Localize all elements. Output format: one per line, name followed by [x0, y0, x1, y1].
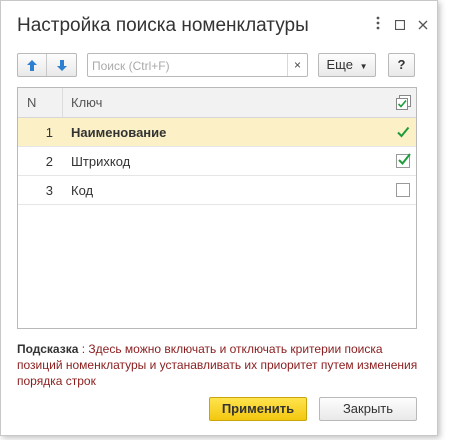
maximize-icon[interactable]: [388, 13, 412, 37]
move-up-button[interactable]: [18, 54, 47, 76]
row-checkbox[interactable]: [390, 118, 416, 146]
header-n: N: [18, 88, 63, 117]
row-key: Наименование: [71, 125, 167, 140]
close-icon[interactable]: [411, 13, 435, 37]
more-label: Еще: [326, 57, 353, 72]
help-button[interactable]: ?: [388, 53, 415, 77]
dropdown-caret-icon: ▼: [359, 62, 368, 71]
row-checkbox[interactable]: [390, 147, 416, 175]
checkmark-icon: [397, 126, 410, 138]
arrow-up-icon: [27, 59, 37, 71]
hint-text: Подсказка : Здесь можно включать и отклю…: [17, 341, 422, 389]
row-key: Код: [71, 183, 94, 198]
row-number: 1: [45, 125, 53, 140]
more-button[interactable]: Еще ▼: [318, 53, 376, 77]
row-checkbox[interactable]: [390, 176, 416, 204]
kebab-icon[interactable]: [366, 13, 390, 37]
table-row[interactable]: 1 Наименование: [18, 118, 416, 147]
checkmark-icon: [398, 153, 411, 166]
checkbox-checked: [396, 153, 411, 168]
clear-search-button[interactable]: ×: [287, 54, 307, 76]
check-all-icon[interactable]: [388, 88, 418, 117]
apply-button[interactable]: Применить: [209, 397, 307, 421]
table-row[interactable]: 3 Код: [18, 176, 416, 205]
row-number: 3: [45, 183, 53, 198]
title-bar: Настройка поиска номенклатуры: [1, 1, 437, 45]
search-field: ×: [87, 53, 308, 77]
row-key: Штрихкод: [71, 154, 131, 169]
table-row[interactable]: 2 Штрихкод: [18, 147, 416, 176]
row-number: 2: [45, 154, 53, 169]
keys-table: N Ключ 1 Наименование 2 Штрихкод 3 Код: [17, 87, 417, 329]
search-input[interactable]: [92, 57, 282, 74]
close-button[interactable]: Закрыть: [319, 397, 417, 421]
hint-body: : Здесь можно включать и отключать крите…: [17, 342, 418, 388]
header-key: Ключ: [71, 95, 103, 110]
move-buttons-group: [17, 53, 77, 77]
dialog-window: Настройка поиска номенклатуры Поиск (Ctr…: [0, 0, 438, 436]
dialog-title: Настройка поиска номенклатуры: [17, 15, 309, 36]
hint-label: Подсказка: [17, 342, 79, 356]
arrow-down-icon: [56, 59, 67, 71]
table-header: N Ключ: [18, 88, 416, 118]
toolbar: × Еще ▼ ?: [17, 53, 421, 77]
move-down-button[interactable]: [47, 54, 76, 76]
checkbox-unchecked: [396, 183, 410, 197]
